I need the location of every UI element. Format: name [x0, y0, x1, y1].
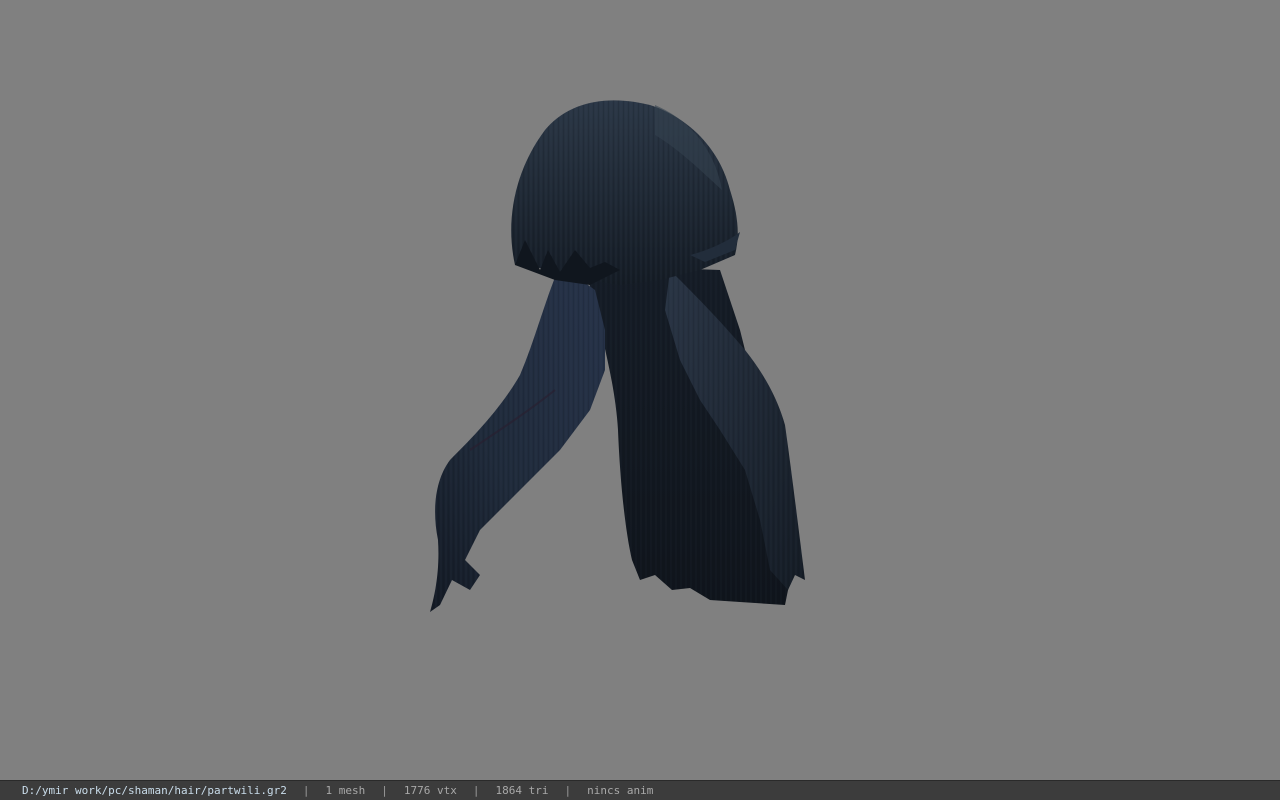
status-separator: |: [472, 784, 480, 797]
status-separator: |: [302, 784, 310, 797]
file-path-label: D:/ymir work/pc/shaman/hair/partwili.gr2: [22, 784, 287, 797]
3d-viewport[interactable]: [0, 0, 1280, 780]
vertex-count-label: 1776 vtx: [403, 784, 457, 797]
status-bar: D:/ymir work/pc/shaman/hair/partwili.gr2…: [0, 780, 1280, 800]
hair-mesh-icon: [430, 100, 805, 612]
mesh-count-label: 1 mesh: [325, 784, 366, 797]
anim-status-label: nincs anim: [587, 784, 654, 797]
triangle-count-label: 1864 tri: [495, 784, 549, 797]
status-separator: |: [564, 784, 572, 797]
status-separator: |: [381, 784, 388, 797]
